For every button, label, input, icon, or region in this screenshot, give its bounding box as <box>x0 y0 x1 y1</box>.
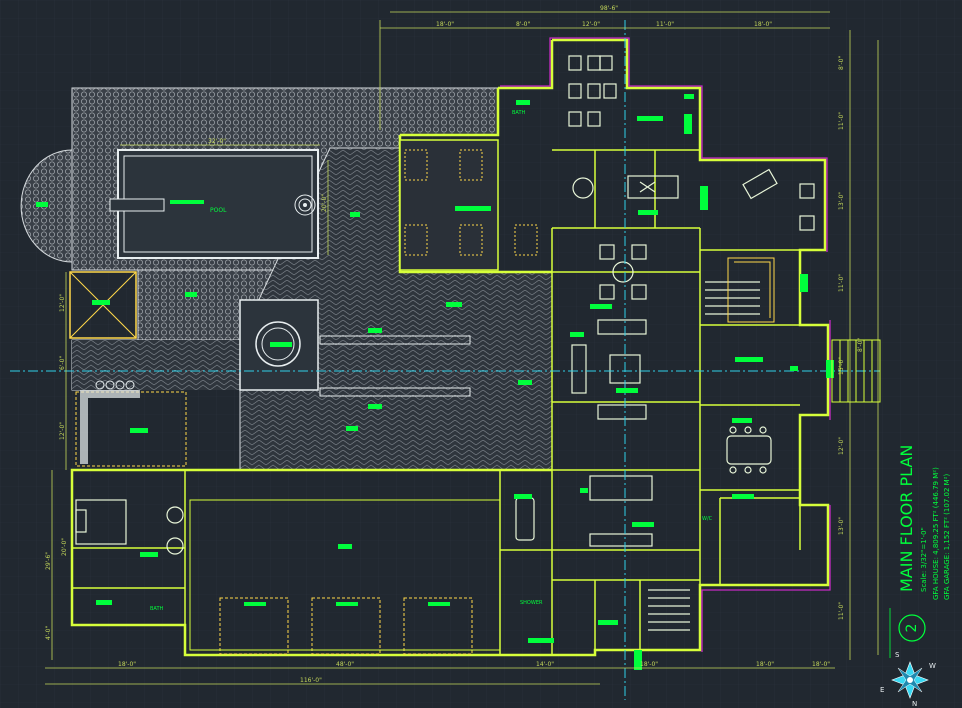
dim-left-5: 4'-0" <box>45 626 52 640</box>
dim-top-3: 11'-0" <box>656 21 674 28</box>
dim-pool-width: 32'-0" <box>208 138 226 145</box>
compass-e: E <box>880 686 884 694</box>
pool-label: POOL <box>210 207 227 214</box>
bath-lower-label: BATH <box>150 606 164 612</box>
dim-right-2: 13'-0" <box>838 192 845 210</box>
plan-number: 2 <box>904 624 920 633</box>
dim-bottom-1: 48'-0" <box>336 661 354 668</box>
dim-bottom-2: 14'-0" <box>536 661 554 668</box>
dim-left-1: 6'-0" <box>59 356 66 370</box>
dim-left-0: 12'-0" <box>59 294 66 312</box>
dim-right-5: 12'-0" <box>838 437 845 455</box>
plan-scale: Scale: 3/32"=1'-0" <box>920 527 928 592</box>
plan-gfa-garage: GFA GARAGE: 1,152 FT² (107.02 M²) <box>943 474 951 600</box>
plan-title: MAIN FLOOR PLAN <box>897 445 916 592</box>
dim-right-4: 15'-0" <box>838 357 845 375</box>
dim-top-overall: 98'-6" <box>600 5 618 12</box>
dim-right-6: 13'-0" <box>838 517 845 535</box>
floor-plan-drawing: POOL BATH BATH SHOWER W/C 98'-6" 18'-0" … <box>0 0 962 708</box>
compass-n: N <box>912 700 917 708</box>
dim-bottom-3: 18'-0" <box>640 661 658 668</box>
dim-pool-depth: 20'-0" <box>321 194 328 212</box>
dim-bottom-overall: 116'-0" <box>300 677 322 684</box>
dim-left-2: 12'-0" <box>59 422 66 440</box>
bath-upper-label: BATH <box>512 110 526 116</box>
dim-top-4: 18'-0" <box>754 21 772 28</box>
cloak-label: W/C <box>702 516 713 522</box>
shower-label: SHOWER <box>520 600 543 606</box>
dim-left-3: 20'-0" <box>61 538 68 556</box>
dim-top-2: 12'-0" <box>582 21 600 28</box>
swimming-pool: POOL <box>109 149 319 259</box>
compass-s: S <box>895 651 900 659</box>
dim-bottom-5: 18'-0" <box>812 661 830 668</box>
dim-bottom-0: 18'-0" <box>118 661 136 668</box>
compass-w: W <box>929 662 936 670</box>
dim-right-7: 11'-0" <box>838 602 845 620</box>
dim-bottom-4: 18'-0" <box>756 661 774 668</box>
dim-right-0: 8'-0" <box>838 56 845 70</box>
plan-gfa-house: GFA HOUSE: 4,809.25 FT² (446.79 M²) <box>932 467 940 600</box>
dim-top-0: 18'-0" <box>436 21 454 28</box>
dim-right-1: 11'-0" <box>838 112 845 130</box>
dim-right-3: 11'-0" <box>838 274 845 292</box>
dim-left-4: 29'-6" <box>45 552 52 570</box>
dim-top-1: 8'-0" <box>516 21 530 28</box>
